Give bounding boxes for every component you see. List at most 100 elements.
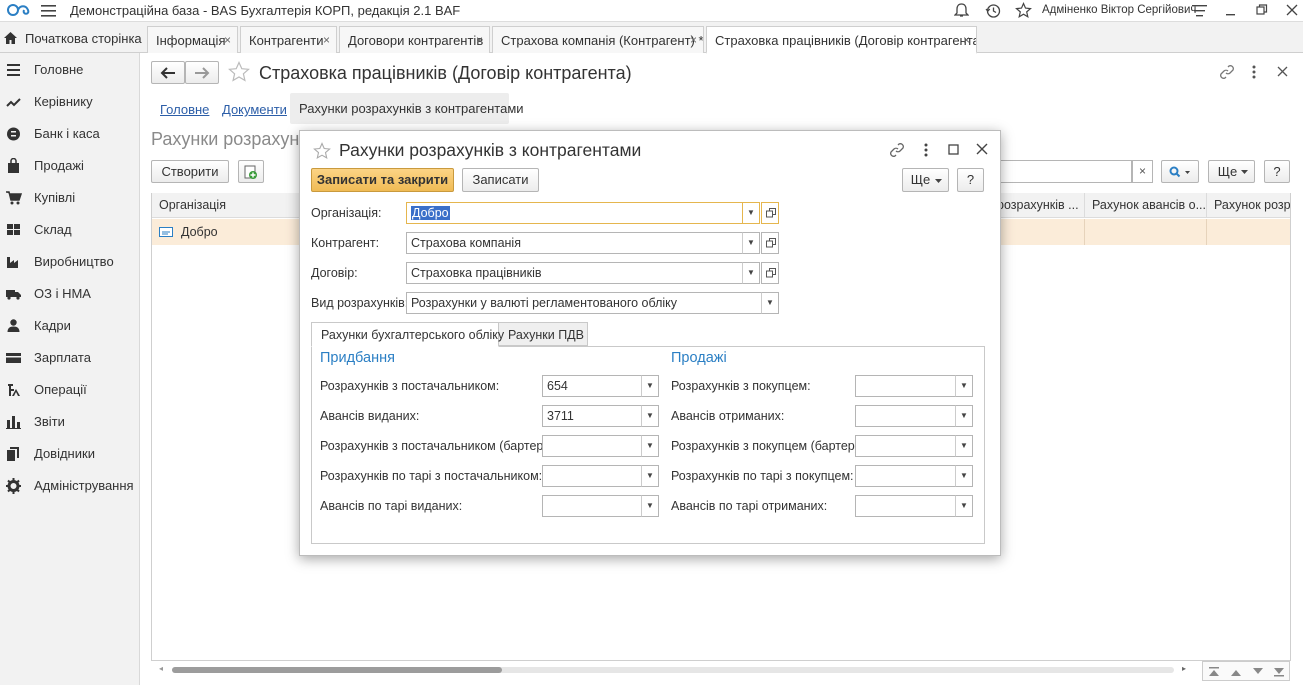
customer-barter-field[interactable] — [855, 435, 956, 457]
customer-barter-dropdown[interactable]: ▼ — [955, 435, 973, 457]
horizontal-scrollbar[interactable]: ◂ ▸ — [158, 664, 1190, 676]
restore-icon[interactable] — [1256, 4, 1268, 16]
supplier-barter-field[interactable] — [542, 435, 642, 457]
tab-employee-insurance[interactable]: Страховка працівників (Договір контраген… — [706, 26, 977, 54]
column-header-advance-account[interactable]: Рахунок авансів о... — [1084, 193, 1206, 218]
prev-row-icon[interactable] — [1230, 667, 1242, 677]
sidebar-item-main[interactable]: Головне — [0, 54, 140, 86]
sidebar-item-sales[interactable]: Продажі — [0, 150, 140, 182]
bell-icon[interactable] — [954, 3, 969, 19]
tab-contractors[interactable]: Контрагенти × — [240, 26, 337, 53]
container-advances-issued-dropdown[interactable]: ▼ — [641, 495, 659, 517]
user-name[interactable]: Адміненко Віктор Сергійович — [1042, 4, 1196, 16]
column-header-settlement-account[interactable]: розрахунків ... — [990, 193, 1084, 218]
scroll-thumb[interactable] — [172, 667, 502, 673]
sidebar-item-production[interactable]: Виробництво — [0, 246, 140, 278]
organization-field[interactable]: Добро — [406, 202, 743, 224]
forward-button[interactable] — [185, 61, 219, 84]
back-button[interactable] — [151, 61, 185, 84]
close-tab-icon[interactable]: × — [476, 33, 483, 47]
sidebar-item-salary[interactable]: Зарплата — [0, 342, 140, 374]
supplier-container-field[interactable] — [542, 465, 642, 487]
contract-dropdown[interactable]: ▼ — [742, 262, 760, 284]
sidebar-item-bank[interactable]: Банк і каса — [0, 118, 140, 150]
dialog-link-icon[interactable] — [889, 142, 905, 158]
clear-search-button[interactable]: × — [1132, 160, 1153, 183]
hamburger-menu-icon[interactable] — [41, 4, 56, 17]
close-tab-icon[interactable]: × — [963, 33, 970, 47]
advances-received-dropdown[interactable]: ▼ — [955, 405, 973, 427]
sidebar-item-purchases[interactable]: Купівлі — [0, 182, 140, 214]
column-header-organization[interactable]: Організація — [152, 193, 302, 218]
link-icon[interactable] — [1219, 64, 1235, 80]
sidebar-item-fixed-assets[interactable]: ОЗ і НМА — [0, 278, 140, 310]
calc-type-field[interactable]: Розрахунки у валюті регламентованого обл… — [406, 292, 762, 314]
search-input[interactable] — [998, 160, 1132, 183]
nav-link-accounts-active[interactable]: Рахунки розрахунків з контрагентами — [290, 93, 524, 124]
contractor-field[interactable]: Страхова компанія — [406, 232, 743, 254]
sidebar-item-operations[interactable]: Операції — [0, 374, 140, 406]
container-advances-issued-field[interactable] — [542, 495, 642, 517]
dialog-more-actions-icon[interactable] — [922, 142, 930, 158]
contract-open[interactable] — [761, 262, 779, 284]
dialog-close-icon[interactable] — [976, 143, 988, 155]
close-tab-icon[interactable]: × — [224, 33, 231, 47]
organization-open[interactable] — [761, 202, 779, 224]
close-tab-icon[interactable]: × — [323, 33, 330, 47]
contractor-dropdown[interactable]: ▼ — [742, 232, 760, 254]
next-row-icon[interactable] — [1252, 667, 1264, 677]
close-form-icon[interactable] — [1277, 66, 1288, 77]
history-icon[interactable] — [985, 3, 1001, 19]
organization-dropdown[interactable]: ▼ — [742, 202, 760, 224]
advances-issued-field[interactable]: 3711 — [542, 405, 642, 427]
settings-menu-icon[interactable] — [1192, 4, 1207, 18]
dialog-help-button[interactable]: ? — [957, 168, 984, 192]
tab-insurance-company[interactable]: Страхова компанія (Контрагент) * × — [492, 26, 704, 53]
container-advances-received-dropdown[interactable]: ▼ — [955, 495, 973, 517]
customer-container-field[interactable] — [855, 465, 956, 487]
column-header-settlement-account-2[interactable]: Рахунок розра — [1206, 193, 1290, 218]
close-tab-icon[interactable]: × — [690, 33, 697, 47]
purchase-supplier-dropdown[interactable]: ▼ — [641, 375, 659, 397]
favorites-star-icon[interactable] — [1015, 2, 1032, 19]
last-row-icon[interactable] — [1273, 667, 1285, 677]
scroll-right-icon[interactable]: ▸ — [1182, 664, 1186, 673]
more-actions-icon[interactable] — [1250, 64, 1258, 80]
first-row-icon[interactable] — [1208, 667, 1220, 677]
tab-contracts[interactable]: Договори контрагентів × — [339, 26, 490, 53]
nav-link-main[interactable]: Головне — [160, 102, 209, 117]
scroll-left-icon[interactable]: ◂ — [159, 664, 163, 673]
tab-home[interactable]: Початкова сторінка — [0, 26, 144, 53]
save-button[interactable]: Записати — [462, 168, 539, 192]
search-button[interactable] — [1161, 160, 1199, 183]
favorite-star-icon[interactable] — [228, 61, 250, 83]
dialog-favorite-star-icon[interactable] — [313, 142, 331, 159]
close-window-icon[interactable] — [1286, 4, 1298, 16]
minimize-icon[interactable] — [1225, 4, 1237, 18]
dialog-more-button[interactable]: Ще — [902, 168, 949, 192]
advances-received-field[interactable] — [855, 405, 956, 427]
create-button[interactable]: Створити — [151, 160, 229, 183]
contractor-open[interactable] — [761, 232, 779, 254]
customer-container-dropdown[interactable]: ▼ — [955, 465, 973, 487]
supplier-barter-dropdown[interactable]: ▼ — [641, 435, 659, 457]
sidebar-item-directories[interactable]: Довідники — [0, 438, 140, 470]
maximize-icon[interactable] — [948, 144, 959, 155]
tab-info[interactable]: Інформація × — [147, 26, 238, 53]
save-and-close-button[interactable]: Записати та закрити — [311, 168, 454, 192]
calc-type-dropdown[interactable]: ▼ — [761, 292, 779, 314]
sales-customer-field[interactable] — [855, 375, 956, 397]
purchase-supplier-field[interactable]: 654 — [542, 375, 642, 397]
supplier-container-dropdown[interactable]: ▼ — [641, 465, 659, 487]
container-advances-received-field[interactable] — [855, 495, 956, 517]
sidebar-item-warehouse[interactable]: Склад — [0, 214, 140, 246]
tab-vat-accounts[interactable]: Рахунки ПДВ — [498, 322, 588, 346]
contract-field[interactable]: Страховка працівників — [406, 262, 743, 284]
sidebar-item-hr[interactable]: Кадри — [0, 310, 140, 342]
sidebar-item-administration[interactable]: Адміністрування — [0, 470, 140, 502]
nav-link-documents[interactable]: Документи — [222, 102, 287, 117]
advances-issued-dropdown[interactable]: ▼ — [641, 405, 659, 427]
more-button[interactable]: Ще — [1208, 160, 1255, 183]
sidebar-item-manager[interactable]: Керівнику — [0, 86, 140, 118]
tab-accounting-accounts[interactable]: Рахунки бухгалтерського обліку — [311, 322, 504, 347]
